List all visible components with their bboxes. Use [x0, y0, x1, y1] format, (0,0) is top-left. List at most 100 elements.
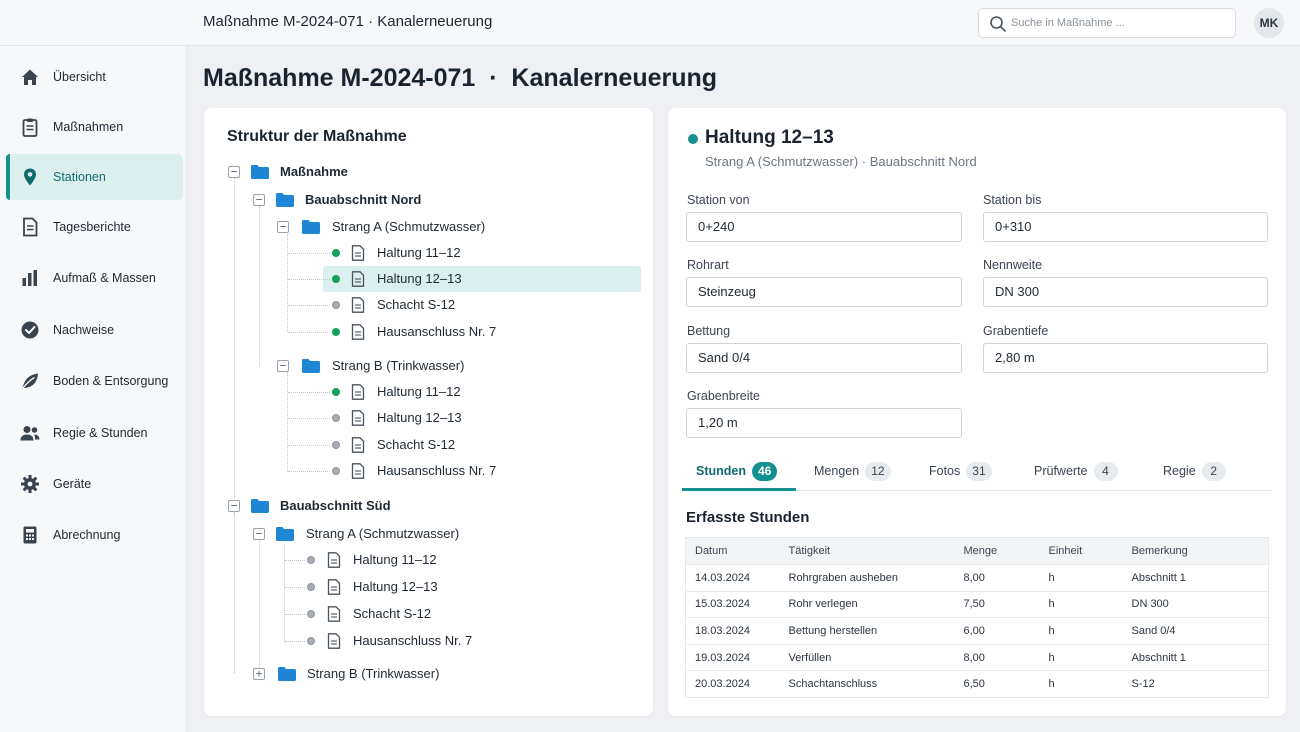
column-header[interactable]: Menge — [954, 537, 1040, 565]
tree-connector — [288, 332, 330, 333]
column-header[interactable]: Tätigkeit — [779, 537, 955, 565]
count-badge: 31 — [966, 462, 992, 481]
sidebar-item-nachweise[interactable]: Nachweise — [6, 307, 183, 353]
avatar[interactable]: MK — [1254, 8, 1284, 38]
sidebar-item-tagesberichte[interactable]: Tagesberichte — [6, 204, 183, 250]
folder-icon — [278, 667, 296, 681]
tree-node-label[interactable]: Strang A (Schmutzwasser) — [332, 219, 485, 234]
count-badge: 12 — [865, 462, 891, 481]
column-header[interactable]: Einheit — [1039, 537, 1123, 565]
tree-leaf-label[interactable]: Haltung 12–13 — [377, 271, 462, 286]
tree-leaf-label[interactable]: Schacht S-12 — [377, 297, 455, 312]
tree-leaf-label[interactable]: Schacht S-12 — [353, 606, 431, 621]
nennweite-field[interactable]: DN 300 — [983, 277, 1268, 307]
document-icon — [327, 552, 341, 568]
table-cell: h — [1039, 590, 1123, 618]
tab-regie[interactable]: Regie 2 — [1163, 462, 1226, 492]
sidebar-item-stationen[interactable]: Stationen — [6, 154, 183, 200]
tab-pruefwerte[interactable]: Prüfwerte 4 — [1034, 462, 1118, 492]
table-cell: Rohr verlegen — [779, 590, 955, 618]
sidebar-item-geraete[interactable]: Geräte — [6, 461, 183, 507]
tree-leaf-label[interactable]: Hausanschluss Nr. 7 — [377, 324, 496, 339]
tab-label: Fotos — [929, 464, 961, 478]
rohrart-field[interactable]: Steinzeug — [686, 277, 962, 307]
table-cell: Verfüllen — [779, 643, 955, 671]
tree-leaf-label[interactable]: Haltung 12–13 — [353, 579, 438, 594]
column-header[interactable]: Bemerkung — [1122, 537, 1269, 565]
table-cell: 8,00 — [954, 564, 1040, 592]
sidebar: Übersicht Maßnahmen Stationen Tagesberic… — [0, 46, 187, 732]
sidebar-item-label: Geräte — [53, 477, 92, 491]
tree-connector — [284, 540, 285, 643]
sidebar-item-regie[interactable]: Regie & Stunden — [6, 410, 183, 456]
table-row[interactable]: 18.03.2024 Bettung herstellen 6,00 h San… — [685, 617, 1269, 645]
grabenbreite-field[interactable]: 1,20 m — [686, 408, 962, 438]
tab-label: Mengen — [814, 464, 860, 478]
folder-icon — [302, 359, 320, 373]
search-box[interactable] — [978, 8, 1236, 38]
tree-leaf-label[interactable]: Hausanschluss Nr. 7 — [353, 633, 472, 648]
tree-leaf-label[interactable]: Haltung 11–12 — [377, 384, 461, 399]
sidebar-item-uebersicht[interactable]: Übersicht — [6, 54, 183, 100]
collapse-toggle[interactable]: − — [277, 360, 289, 372]
table-row[interactable]: 14.03.2024 Rohrgraben ausheben 8,00 h Ab… — [685, 564, 1269, 592]
document-icon — [327, 633, 341, 649]
table-cell: Sand 0/4 — [1122, 617, 1269, 645]
station-bis-field[interactable]: 0+310 — [983, 212, 1268, 242]
tree-root-label[interactable]: Maßnahme — [280, 164, 348, 179]
tree-leaf-label[interactable]: Schacht S-12 — [377, 437, 455, 452]
collapse-toggle[interactable]: − — [228, 500, 240, 512]
tree-node-label[interactable]: Bauabschnitt Süd — [280, 498, 391, 513]
tree-node-label[interactable]: Bauabschnitt Nord — [305, 192, 421, 207]
table-cell: 6,50 — [954, 670, 1040, 698]
tree-leaf-label[interactable]: Haltung 11–12 — [377, 245, 461, 260]
grabentiefe-field[interactable]: 2,80 m — [983, 343, 1268, 373]
gear-icon — [21, 475, 39, 493]
tree-node-label[interactable]: Strang A (Schmutzwasser) — [306, 526, 459, 541]
collapse-toggle[interactable]: − — [253, 528, 265, 540]
table-cell: 20.03.2024 — [685, 670, 780, 698]
field-label: Station von — [687, 193, 750, 207]
tree-leaf-label[interactable]: Haltung 11–12 — [353, 552, 437, 567]
table-row[interactable]: 15.03.2024 Rohr verlegen 7,50 h DN 300 — [685, 590, 1269, 618]
tree-leaf-label[interactable]: Hausanschluss Nr. 7 — [377, 463, 496, 478]
table-row[interactable]: 19.03.2024 Verfüllen 8,00 h Abschnitt 1 — [685, 643, 1269, 671]
tree-row-selected[interactable] — [323, 266, 641, 292]
tree-node-label[interactable]: Strang B (Trinkwasser) — [332, 358, 464, 373]
tree-connector — [288, 471, 330, 472]
tree-leaf-label[interactable]: Haltung 12–13 — [377, 410, 462, 425]
field-label: Rohrart — [687, 258, 729, 272]
collapse-toggle[interactable]: − — [277, 221, 289, 233]
table-cell: Abschnitt 1 — [1122, 564, 1269, 592]
station-von-field[interactable]: 0+240 — [686, 212, 962, 242]
document-icon — [327, 579, 341, 595]
status-dot — [332, 467, 340, 475]
detail-panel: Haltung 12–13 Strang A (Schmutzwasser) ·… — [668, 108, 1286, 716]
status-dot — [332, 301, 340, 309]
collapse-toggle[interactable]: − — [253, 194, 265, 206]
tree-connector — [288, 253, 330, 254]
search-input[interactable] — [1011, 13, 1226, 33]
table-row[interactable]: 20.03.2024 Schachtanschluss 6,50 h S-12 — [685, 670, 1269, 698]
tree-node-label[interactable]: Strang B (Trinkwasser) — [307, 666, 439, 681]
table-cell: h — [1039, 617, 1123, 645]
sidebar-item-abrechnung[interactable]: Abrechnung — [6, 512, 183, 558]
tab-mengen[interactable]: Mengen 12 — [814, 462, 891, 492]
bettung-field[interactable]: Sand 0/4 — [686, 343, 962, 373]
folder-icon — [276, 193, 294, 207]
column-header[interactable]: Datum — [685, 537, 780, 565]
sidebar-item-label: Übersicht — [53, 70, 106, 84]
sidebar-item-massnahmen[interactable]: Maßnahmen — [6, 104, 183, 150]
tree-connector — [288, 279, 330, 280]
sidebar-item-boden[interactable]: Boden & Entsorgung — [6, 358, 183, 404]
table-cell: Schachtanschluss — [779, 670, 955, 698]
collapse-toggle[interactable]: − — [228, 166, 240, 178]
table-cell: 6,00 — [954, 617, 1040, 645]
structure-panel: Struktur der Maßnahme − Maßnahme − Bauab… — [204, 108, 653, 716]
expand-toggle[interactable]: + — [253, 668, 265, 680]
tab-fotos[interactable]: Fotos 31 — [929, 462, 992, 492]
active-tab-indicator — [682, 488, 796, 491]
sidebar-item-aufmass[interactable]: Aufmaß & Massen — [6, 255, 183, 301]
tree-connector — [288, 445, 330, 446]
tree-connector — [285, 641, 305, 642]
